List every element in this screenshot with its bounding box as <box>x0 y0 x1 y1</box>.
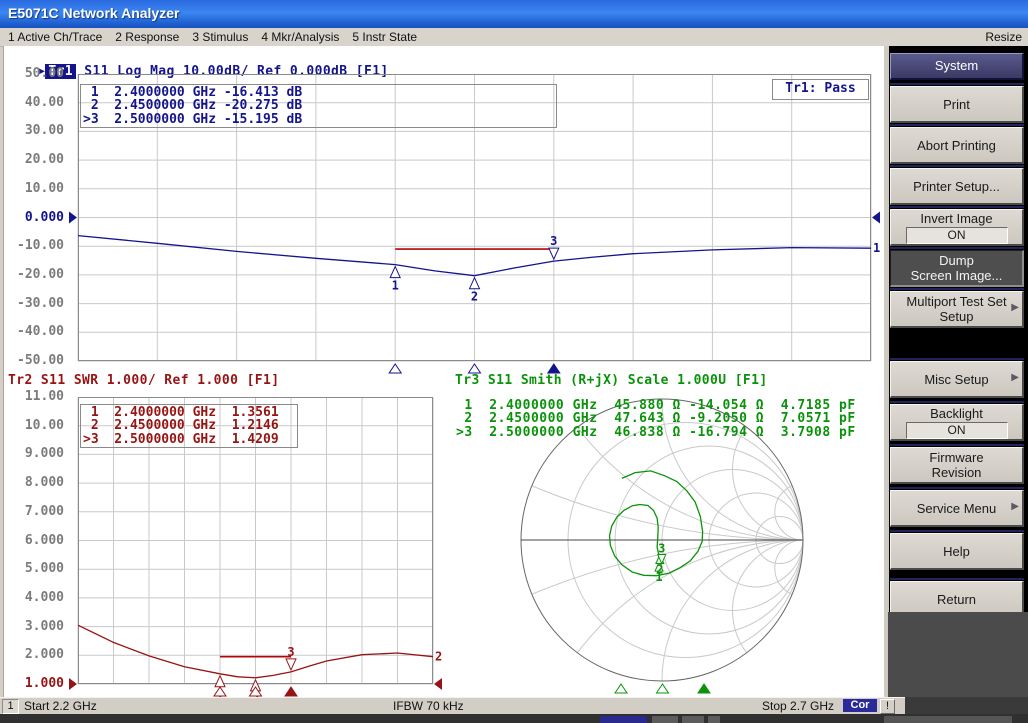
status-bar-dark-end <box>905 697 1028 714</box>
trace2-header: Tr2 S11 SWR 1.000/ Ref 1.000 [F1] <box>8 373 279 388</box>
submenu-arrow-icon: ▶ <box>1011 372 1019 383</box>
softkey-backlight[interactable]: BacklightON <box>890 404 1024 441</box>
submenu-arrow-icon: ▶ <box>1011 302 1019 313</box>
svg-text:3: 3 <box>550 234 557 248</box>
y-tick-label: 11.00 <box>25 390 64 404</box>
softkey-toggle-state: ON <box>906 422 1008 439</box>
softkey-menu-title: System <box>890 53 1024 80</box>
y-tick-label: -50.00 <box>17 354 64 368</box>
submenu-arrow-icon: ▶ <box>1011 501 1019 512</box>
marker-table-row: 1 2.4000000 GHz -16.413 dB <box>83 86 554 99</box>
softkey-sidebar: System Print Abort Printing Printer Setup.… <box>884 46 1028 697</box>
bottom-bar-clock-fragment <box>884 716 1012 723</box>
ref-level-arrow-left <box>69 212 77 224</box>
softkey-menu: System Print Abort Printing Printer Setup.… <box>890 53 1024 618</box>
tr1-y-axis-labels: 50.0040.0030.0020.0010.000.000-10.00-20.… <box>0 74 64 362</box>
menu-item-5-instr-state[interactable]: 5 Instr State <box>352 30 417 44</box>
alert-indicator[interactable]: ! <box>880 699 895 714</box>
marker-table-row: 1 2.4000000 GHz 45.880 Ω -14.054 Ω 4.718… <box>456 399 856 412</box>
menu-bar: 1 Active Ch/Trace 2 Response 3 Stimulus 4 M… <box>0 28 1028 47</box>
y-tick-label: 20.00 <box>25 153 64 167</box>
y-tick-label: 3.000 <box>25 620 64 634</box>
menu-item-3-stimulus[interactable]: 3 Stimulus <box>192 30 248 44</box>
bottom-bar-button-fragment <box>682 716 704 723</box>
menu-item-1-active-ch-trace[interactable]: 1 Active Ch/Trace <box>8 30 102 44</box>
y-tick-label: 6.000 <box>25 534 64 548</box>
tr1-marker-readout: 1 2.4000000 GHz -16.413 dB 2 2.4500000 G… <box>80 84 557 128</box>
stop-frequency: Stop 2.7 GHz <box>762 699 834 713</box>
marker-table-row: 2 2.4500000 GHz -20.275 dB <box>83 99 554 112</box>
marker-table-row: 2 2.4500000 GHz 1.2146 <box>83 419 295 432</box>
resize-button[interactable]: Resize <box>985 30 1022 44</box>
softkey-help[interactable]: Help <box>890 533 1024 570</box>
y-tick-label: 5.000 <box>25 562 64 576</box>
y-tick-label: 10.00 <box>25 182 64 196</box>
svg-text:1: 1 <box>392 279 399 293</box>
menu-item-2-response[interactable]: 2 Response <box>115 30 179 44</box>
app-window: E5071C Network Analyzer 1 Active Ch/Trac… <box>0 0 1028 723</box>
softkey-print[interactable]: Print <box>890 86 1024 123</box>
bottom-bar-fragment <box>0 714 1028 723</box>
softkey-abort-printing[interactable]: Abort Printing <box>890 127 1024 164</box>
bottom-bar-button-fragment <box>600 716 647 723</box>
marker-table-row: >3 2.5000000 GHz 1.4209 <box>83 433 295 446</box>
tr2-marker-readout: 1 2.4000000 GHz 1.3561 2 2.4500000 GHz 1… <box>80 404 298 448</box>
svg-text:2: 2 <box>656 563 663 577</box>
marker-table-row: 1 2.4000000 GHz 1.3561 <box>83 406 295 419</box>
y-tick-label: 0.000 <box>25 211 64 225</box>
y-tick-label: -20.00 <box>17 268 64 282</box>
trace3-header: Tr3 S11 Smith (R+jX) Scale 1.000U [F1] <box>455 373 768 388</box>
ref-level-arrow-right <box>434 678 442 690</box>
y-tick-label: 40.00 <box>25 96 64 110</box>
y-tick-label: 10.00 <box>25 419 64 433</box>
start-frequency: Start 2.2 GHz <box>24 699 97 713</box>
correction-badge: Cor <box>843 699 877 712</box>
limit-test-status: Tr1: Pass <box>772 79 869 100</box>
softkey-toggle-state: ON <box>906 227 1008 244</box>
marker-table-row: >3 2.5000000 GHz 46.838 Ω -16.794 Ω 3.79… <box>456 426 856 439</box>
tr3-marker-readout: 1 2.4000000 GHz 45.880 Ω -14.054 Ω 4.718… <box>456 399 856 439</box>
softkey-firmware[interactable]: FirmwareRevision <box>890 447 1024 484</box>
menu-items: 1 Active Ch/Trace 2 Response 3 Stimulus 4 M… <box>8 30 417 44</box>
svg-text:3: 3 <box>287 645 294 659</box>
y-tick-label: 8.000 <box>25 476 64 490</box>
y-tick-label: 7.000 <box>25 505 64 519</box>
channel-indicator: 1 <box>2 699 19 714</box>
y-tick-label: 9.000 <box>25 447 64 461</box>
ref-level-arrow-left <box>69 678 77 690</box>
y-tick-label: -10.00 <box>17 239 64 253</box>
svg-text:2: 2 <box>435 650 442 664</box>
svg-text:2: 2 <box>471 290 478 304</box>
softkey-printer-setup[interactable]: Printer Setup... <box>890 168 1024 205</box>
menu-item-4-mkr-analysis[interactable]: 4 Mkr/Analysis <box>261 30 339 44</box>
y-tick-label: 4.000 <box>25 591 64 605</box>
bottom-bar-button-fragment <box>708 716 720 723</box>
softkey-dump[interactable]: DumpScreen Image... <box>890 250 1024 287</box>
ref-level-arrow-right <box>872 212 880 224</box>
marker-table-row: >3 2.5000000 GHz -15.195 dB <box>83 113 554 126</box>
y-tick-label: -40.00 <box>17 325 64 339</box>
softkey-misc-setup[interactable]: Misc Setup▶ <box>890 361 1024 398</box>
y-tick-label: 2.000 <box>25 648 64 662</box>
softkey-multiport-test-set[interactable]: Multiport Test SetSetup▶ <box>890 291 1024 328</box>
svg-text:1: 1 <box>873 241 880 255</box>
y-tick-label: -30.00 <box>17 297 64 311</box>
svg-text:3: 3 <box>658 542 665 556</box>
tr3-smith-chart: 123 <box>455 396 885 700</box>
bottom-bar-button-fragment <box>652 716 678 723</box>
status-bar: 1 Start 2.2 GHz IFBW 70 kHz Stop 2.7 GHz… <box>0 697 905 715</box>
softkey-service-menu[interactable]: Service Menu▶ <box>890 490 1024 527</box>
ifbw-indicator: IFBW 70 kHz <box>393 699 464 713</box>
titlebar: E5071C Network Analyzer <box>0 0 1028 28</box>
softkey-invert-image[interactable]: Invert ImageON <box>890 209 1024 246</box>
window-title: E5071C Network Analyzer <box>8 5 179 21</box>
marker-table-row: 2 2.4500000 GHz 47.643 Ω -9.2050 Ω 7.057… <box>456 412 856 425</box>
sidebar-edge <box>884 46 889 697</box>
tr2-y-axis-labels: 11.0010.009.0008.0007.0006.0005.0004.000… <box>0 397 64 685</box>
y-tick-label: 30.00 <box>25 124 64 138</box>
y-tick-label: 50.00 <box>25 67 64 81</box>
y-tick-label: 1.000 <box>25 677 64 691</box>
